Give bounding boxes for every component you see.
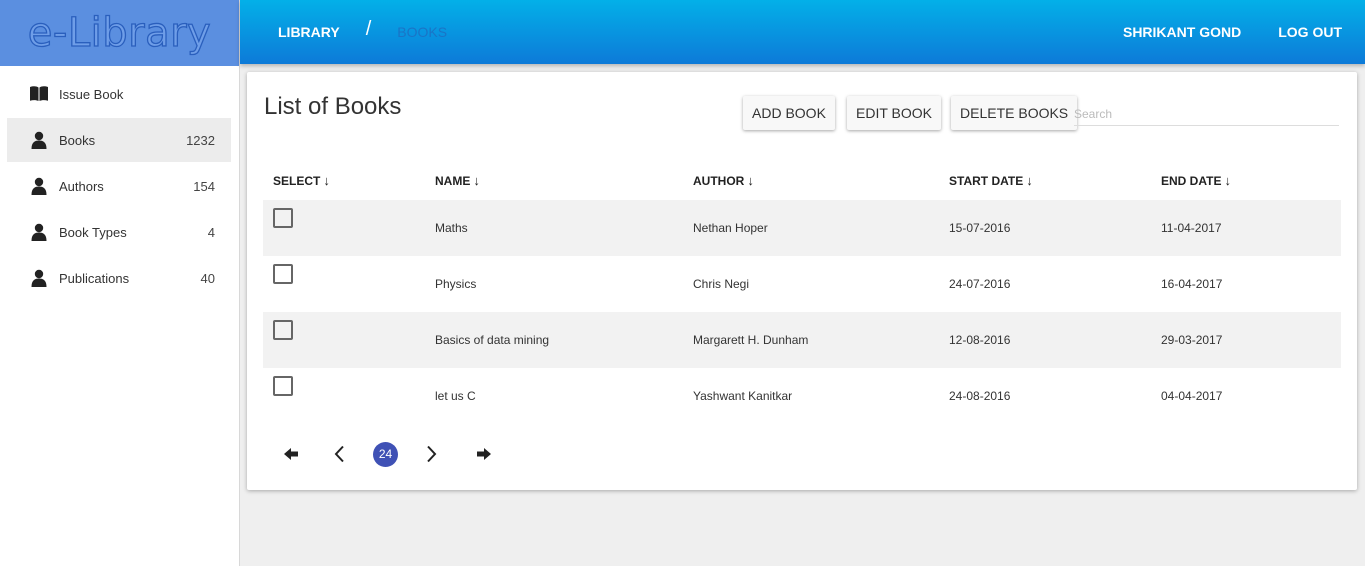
sort-arrow-icon: ↓ xyxy=(473,172,480,188)
end-date-cell: 04-04-2017 xyxy=(1161,389,1223,403)
add-book-button[interactable]: ADD BOOK xyxy=(743,96,835,130)
sidebar-item-label: Books xyxy=(59,132,96,148)
end-date-cell: 11-04-2017 xyxy=(1161,221,1222,235)
table-row: Physics Chris Negi 24-07-2016 16-04-2017 xyxy=(263,256,1341,312)
next-page-chevron-icon[interactable] xyxy=(418,440,446,468)
sort-arrow-icon: ↓ xyxy=(1026,172,1033,188)
book-icon xyxy=(29,84,49,104)
sort-arrow-icon: ↓ xyxy=(1224,172,1231,188)
select-cell xyxy=(263,312,425,368)
table-row: Maths Nethan Hoper 15-07-2016 11-04-2017 xyxy=(263,200,1341,256)
sidebar-item-label: Authors xyxy=(59,178,104,194)
column-label: AUTHOR xyxy=(693,173,745,188)
sidebar-item-books[interactable]: Books 1232 xyxy=(7,118,231,162)
first-page-arrow-icon[interactable] xyxy=(277,440,305,468)
current-page-badge[interactable]: 24 xyxy=(373,441,398,467)
app-logo[interactable]: e-Library xyxy=(0,0,239,66)
start-date-cell: 12-08-2016 xyxy=(949,333,1011,347)
row-checkbox[interactable] xyxy=(273,375,293,396)
start-date-cell: 15-07-2016 xyxy=(949,221,1011,235)
sidebar-item-authors[interactable]: Authors 154 xyxy=(7,164,231,208)
search-input[interactable] xyxy=(1074,102,1339,126)
start-date-cell: 24-08-2016 xyxy=(949,389,1011,403)
name-cell: let us C xyxy=(435,389,476,403)
page-title: List of Books xyxy=(264,93,402,120)
breadcrumb-separator: / xyxy=(365,17,372,40)
table-header-row: SELECT ↓ NAME ↓ AUTHOR ↓ START DATE ↓ END DA… xyxy=(263,160,1341,200)
breadcrumb-library[interactable]: LIBRARY xyxy=(278,24,340,40)
select-cell xyxy=(263,368,425,424)
books-card: List of Books ADD BOOK EDIT BOOK DELETE … xyxy=(247,72,1357,490)
sidebar-item-count: 154 xyxy=(193,178,215,194)
end-date-cell: 29-03-2017 xyxy=(1161,333,1223,347)
name-cell: Maths xyxy=(435,221,468,235)
sidebar: e-Library Issue Book Books 1232 Authors … xyxy=(0,0,240,566)
table-row: Basics of data mining Margarett H. Dunha… xyxy=(263,312,1341,368)
name-cell: Physics xyxy=(435,277,477,291)
sidebar-item-count: 40 xyxy=(200,270,215,286)
column-label: START DATE xyxy=(949,173,1024,188)
author-cell: Margarett H. Dunham xyxy=(693,333,809,347)
column-header-name[interactable]: NAME ↓ xyxy=(425,160,683,200)
logo-text: e-Library xyxy=(27,9,212,56)
start-date-cell: 24-07-2016 xyxy=(949,277,1011,291)
select-cell xyxy=(263,200,425,256)
books-table: SELECT ↓ NAME ↓ AUTHOR ↓ START DATE ↓ END DA… xyxy=(263,160,1341,424)
last-page-arrow-icon[interactable] xyxy=(470,440,498,468)
top-app-bar: LIBRARY / BOOKS SHRIKANT GOND LOG OUT xyxy=(240,0,1365,64)
column-label: NAME xyxy=(435,173,471,188)
sidebar-item-count: 4 xyxy=(207,224,215,240)
column-header-author[interactable]: AUTHOR ↓ xyxy=(683,160,939,200)
column-header-end-date[interactable]: END DATE ↓ xyxy=(1151,160,1341,200)
end-date-cell: 16-04-2017 xyxy=(1161,277,1223,291)
author-cell: Chris Negi xyxy=(693,277,750,291)
person-icon xyxy=(29,268,49,288)
sidebar-nav: Issue Book Books 1232 Authors 154 Book T… xyxy=(0,66,239,300)
sidebar-item-label: Book Types xyxy=(59,224,127,240)
prev-page-chevron-icon[interactable] xyxy=(325,440,353,468)
column-label: END DATE xyxy=(1161,173,1222,188)
row-checkbox[interactable] xyxy=(273,263,293,284)
person-icon xyxy=(29,130,49,150)
select-cell xyxy=(263,256,425,312)
row-checkbox[interactable] xyxy=(273,319,293,340)
author-cell: Yashwant Kanitkar xyxy=(693,389,793,403)
table-row: let us C Yashwant Kanitkar 24-08-2016 04… xyxy=(263,368,1341,424)
column-label: SELECT xyxy=(273,173,321,188)
sidebar-item-book-types[interactable]: Book Types 4 xyxy=(7,210,231,254)
breadcrumb-books: BOOKS xyxy=(397,24,448,40)
delete-books-button[interactable]: DELETE BOOKS xyxy=(951,96,1078,130)
user-name-link[interactable]: SHRIKANT GOND xyxy=(1123,24,1241,40)
edit-book-button[interactable]: EDIT BOOK xyxy=(847,96,941,130)
sidebar-item-label: Issue Book xyxy=(59,86,124,102)
name-cell: Basics of data mining xyxy=(435,333,550,347)
person-icon xyxy=(29,176,49,196)
logout-button[interactable]: LOG OUT xyxy=(1278,24,1342,40)
person-icon xyxy=(29,222,49,242)
header-actions: SHRIKANT GOND LOG OUT xyxy=(1109,24,1365,40)
author-cell: Nethan Hoper xyxy=(693,221,768,235)
sort-arrow-icon: ↓ xyxy=(747,172,754,188)
column-header-select[interactable]: SELECT ↓ xyxy=(263,160,425,200)
column-header-start-date[interactable]: START DATE ↓ xyxy=(939,160,1151,200)
sort-arrow-icon: ↓ xyxy=(323,172,330,188)
pagination: 24 xyxy=(277,440,498,468)
sidebar-item-label: Publications xyxy=(59,270,130,286)
row-checkbox[interactable] xyxy=(273,207,293,228)
sidebar-item-publications[interactable]: Publications 40 xyxy=(7,256,231,300)
sidebar-item-count: 1232 xyxy=(186,132,215,148)
sidebar-item-issue-book[interactable]: Issue Book xyxy=(7,72,231,116)
